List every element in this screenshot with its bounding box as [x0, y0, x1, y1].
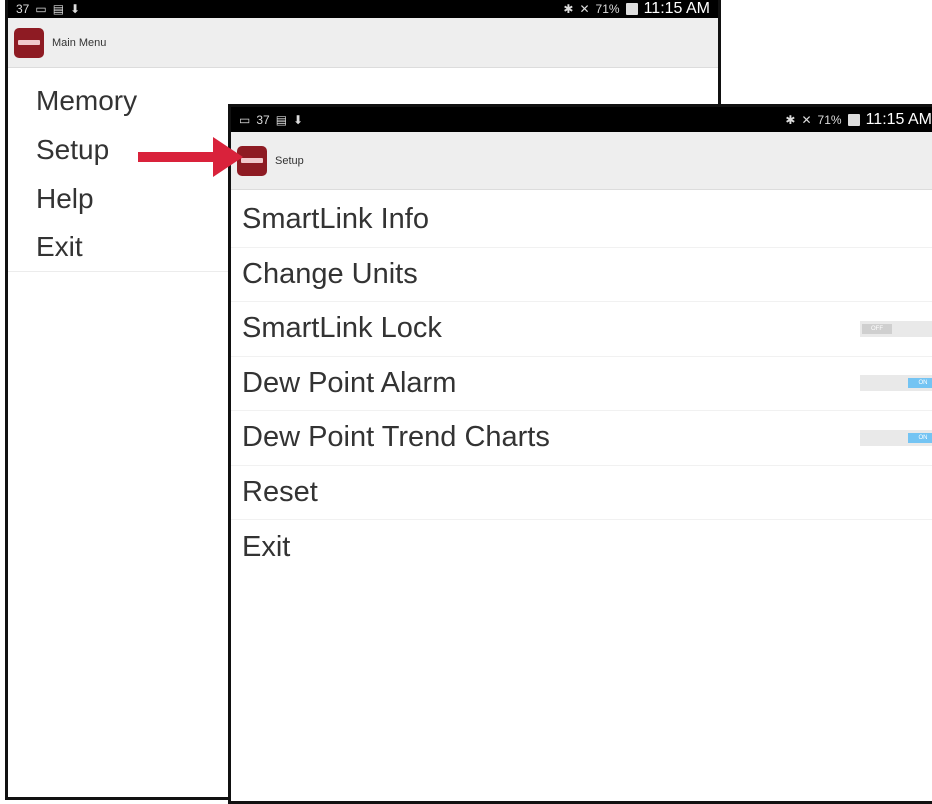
screen-title: Main Menu: [52, 36, 107, 49]
mute-icon: ✕: [801, 112, 812, 127]
menu-item-change-units[interactable]: Change Units: [231, 248, 932, 302]
mute-icon: ✕: [579, 2, 590, 16]
notification-count: 37: [256, 112, 270, 127]
menu-item-label: Exit: [242, 530, 291, 563]
app-logo-icon[interactable]: [14, 27, 44, 58]
battery-icon: [847, 113, 860, 126]
dew-point-alarm-toggle[interactable]: ON: [860, 375, 932, 392]
setup-screen: ▭ 37 ▤ ⬇ ✱ ✕ 71% 11:15 AM Setup SmartLin…: [228, 104, 932, 804]
menu-item-smartlink-info[interactable]: SmartLink Info: [231, 193, 932, 248]
bluetooth-icon: ✱: [563, 2, 574, 16]
toggle-state: ON: [908, 432, 932, 443]
battery-percent: 71%: [595, 2, 620, 16]
download-icon: ⬇: [293, 112, 304, 127]
menu-item-label: SmartLink Info: [242, 203, 429, 236]
action-bar: Main Menu: [8, 18, 718, 68]
status-bar: 37 ▭ ▤ ⬇ ✱ ✕ 71% 11:15 AM: [8, 0, 718, 18]
bluetooth-icon: ✱: [785, 112, 796, 127]
image-icon: ▤: [52, 2, 65, 16]
menu-item-label: Change Units: [242, 257, 418, 290]
setup-menu-list: SmartLink Info Change Units SmartLink Lo…: [231, 190, 932, 575]
battery-percent: 71%: [817, 112, 842, 127]
action-bar: Setup: [231, 132, 932, 190]
menu-item-label: Dew Point Alarm: [242, 366, 457, 399]
app-logo-icon[interactable]: [237, 145, 267, 176]
screen-title: Setup: [275, 154, 304, 167]
image-icon: ▤: [275, 112, 288, 127]
menu-item-smartlink-lock[interactable]: SmartLink Lock OFF: [231, 302, 932, 357]
menu-item-dew-point-alarm[interactable]: Dew Point Alarm ON: [231, 357, 932, 411]
screenshot-icon: ▭: [35, 2, 47, 16]
menu-item-label: SmartLink Lock: [242, 312, 442, 345]
status-clock: 11:15 AM: [865, 110, 932, 128]
menu-item-exit[interactable]: Exit: [231, 520, 932, 575]
menu-item-label: Dew Point Trend Charts: [242, 421, 550, 454]
status-clock: 11:15 AM: [643, 0, 710, 17]
download-icon: ⬇: [70, 2, 81, 16]
notification-count: 37: [16, 2, 30, 16]
smartlink-lock-toggle[interactable]: OFF: [860, 320, 932, 337]
dew-point-trend-charts-toggle[interactable]: ON: [860, 429, 932, 446]
toggle-state: OFF: [862, 323, 892, 334]
battery-icon: [625, 3, 638, 15]
menu-item-dew-point-trend-charts[interactable]: Dew Point Trend Charts ON: [231, 411, 932, 466]
screenshot-icon: ▭: [239, 112, 251, 127]
menu-item-reset[interactable]: Reset: [231, 466, 932, 520]
status-bar: ▭ 37 ▤ ⬇ ✱ ✕ 71% 11:15 AM: [231, 107, 932, 132]
menu-item-label: Reset: [242, 475, 318, 508]
toggle-state: ON: [908, 378, 932, 389]
